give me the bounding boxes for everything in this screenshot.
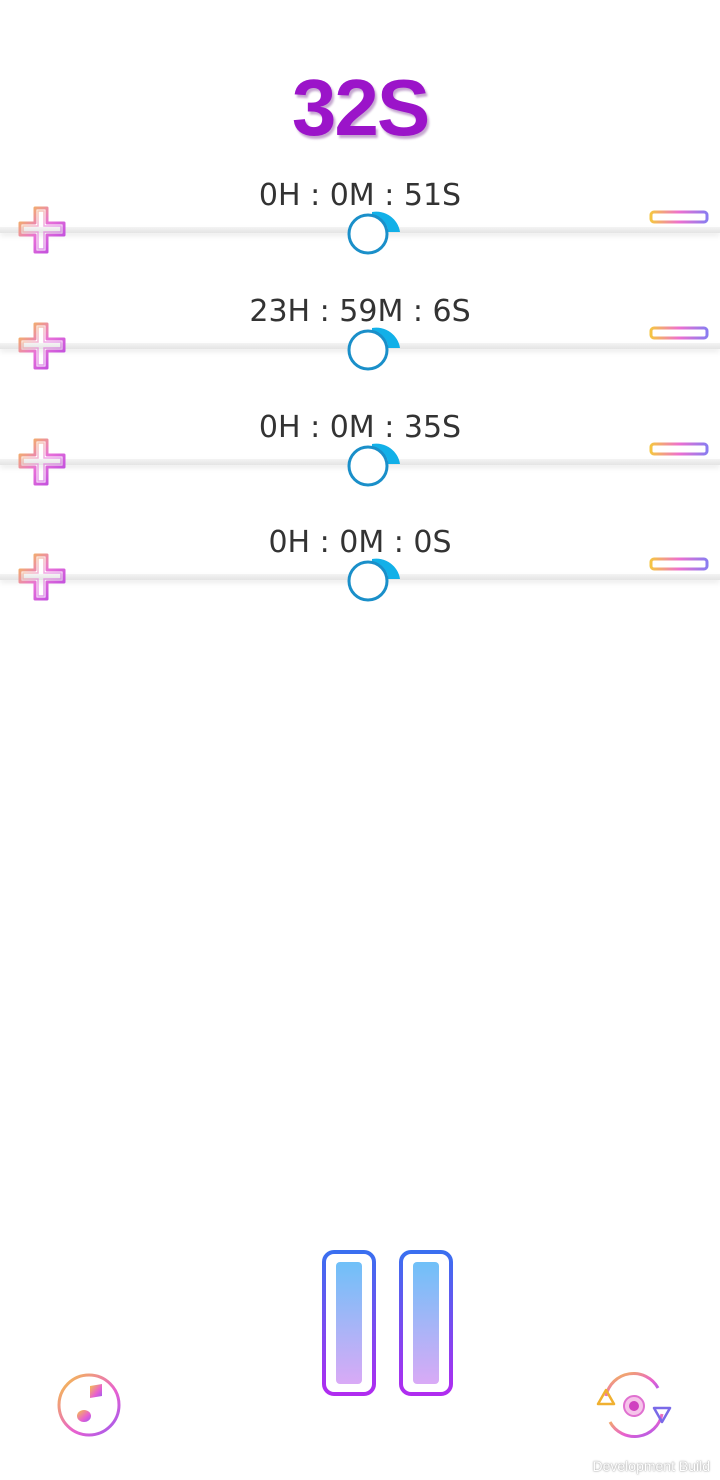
- reset-icon: [596, 1371, 672, 1439]
- timer-row: 0H : 0M : 51S: [0, 178, 720, 278]
- music-note-icon: [57, 1373, 121, 1437]
- minus-icon[interactable]: [648, 324, 710, 344]
- slider-knob-icon[interactable]: [344, 545, 406, 603]
- plus-icon[interactable]: [14, 202, 70, 258]
- minus-icon[interactable]: [648, 555, 710, 575]
- timer-row: 0H : 0M : 35S: [0, 410, 720, 510]
- pause-button[interactable]: [318, 1248, 458, 1400]
- plus-icon[interactable]: [14, 549, 70, 605]
- timer-row: 23H : 59M : 6S: [0, 294, 720, 394]
- pause-icon: [322, 1250, 453, 1396]
- music-button[interactable]: [56, 1372, 122, 1438]
- timer-row: 0H : 0M : 0S: [0, 525, 720, 625]
- slider-knob-icon[interactable]: [344, 430, 406, 488]
- reset-button[interactable]: [592, 1368, 676, 1442]
- slider-knob-icon[interactable]: [344, 314, 406, 372]
- slider-knob-icon[interactable]: [344, 198, 406, 256]
- main-timer: 32S: [291, 63, 430, 152]
- plus-icon[interactable]: [14, 434, 70, 490]
- plus-icon[interactable]: [14, 318, 70, 374]
- minus-icon[interactable]: [648, 440, 710, 460]
- minus-icon[interactable]: [648, 208, 710, 228]
- development-build-label: Development Build: [592, 1458, 710, 1474]
